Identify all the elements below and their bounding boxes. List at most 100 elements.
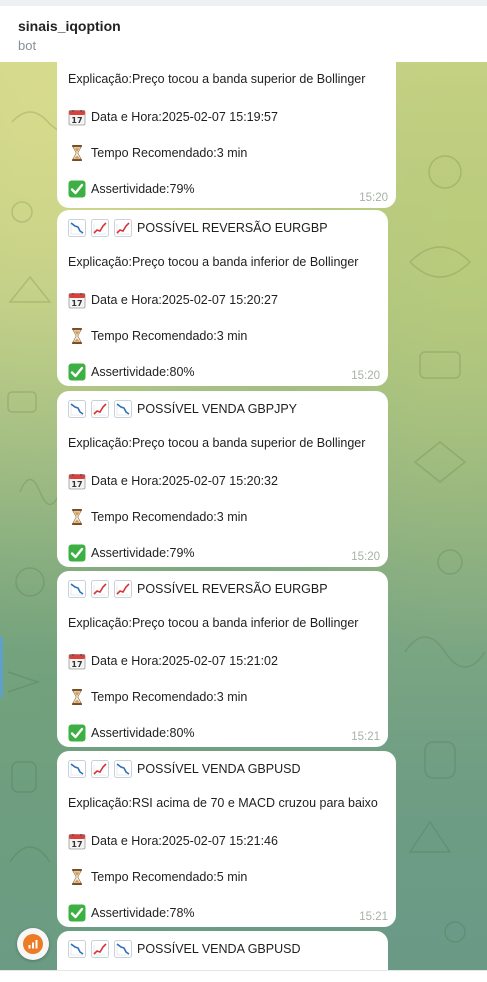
assertividade-value: 79% (169, 182, 195, 196)
tempo-value: 3 min (216, 329, 248, 343)
explanation-label: Explicação: (68, 616, 132, 630)
message-tempo: Tempo Recomendado: 3 min (68, 688, 247, 706)
explanation-label: Explicação: (68, 72, 132, 86)
message-datetime: Data e Hora: 2025-02-07 15:20:32 (68, 472, 278, 490)
assertividade-label: Assertividade: (91, 546, 170, 560)
assertividade-label: Assertividade: (91, 906, 170, 920)
hourglass-icon (68, 327, 86, 345)
message-bubble[interactable]: Explicação: Preço tocou a banda superior… (57, 62, 396, 208)
check-mark-icon (68, 180, 86, 198)
check-mark-icon (68, 544, 86, 562)
datetime-label: Data e Hora: (91, 474, 162, 488)
message-bubble[interactable]: POSSÍVEL VENDA GBPJPY Explicação: Preço … (57, 391, 388, 567)
title-text: POSSÍVEL VENDA GBPUSD (137, 762, 301, 776)
explanation-text: Preço tocou a banda superior de Bollinge… (131, 72, 366, 86)
message-title: POSSÍVEL VENDA GBPUSD (68, 940, 300, 958)
message-title: POSSÍVEL REVERSÃO EURGBP (68, 580, 328, 598)
chart-down-icon (68, 580, 86, 598)
scrollbar-indicator[interactable] (0, 637, 3, 697)
calendar-icon (68, 108, 86, 126)
chat-header[interactable]: sinais_iqoption bot (0, 0, 487, 62)
message-datetime: Data e Hora: 2025-02-07 15:21:46 (68, 832, 278, 850)
message-tempo: Tempo Recomendado: 3 min (68, 327, 247, 345)
chart-down-icon (114, 940, 132, 958)
title-text: POSSÍVEL REVERSÃO EURGBP (137, 582, 328, 596)
chart-up-icon (91, 940, 109, 958)
datetime-value: 2025-02-07 15:20:32 (161, 474, 278, 488)
explanation-text: Preço tocou a banda inferior de Bollinge… (131, 616, 359, 630)
datetime-label: Data e Hora: (91, 654, 162, 668)
message-bubble[interactable]: POSSÍVEL VENDA GBPUSD (57, 931, 388, 970)
assertividade-value: 80% (169, 726, 195, 740)
title-text: POSSÍVEL REVERSÃO EURGBP (137, 221, 328, 235)
calendar-icon (68, 652, 86, 670)
message-datetime: Data e Hora: 2025-02-07 15:20:27 (68, 291, 278, 309)
chart-up-icon (91, 219, 109, 237)
chat-background[interactable]: Explicação: Preço tocou a banda superior… (0, 62, 487, 970)
tempo-value: 3 min (216, 690, 248, 704)
chart-down-icon (68, 760, 86, 778)
explanation-label: Explicação: (68, 796, 132, 810)
message-title: POSSÍVEL VENDA GBPUSD (68, 760, 300, 778)
message-assertividade: Assertividade: 80% (68, 363, 195, 381)
message-bubble[interactable]: POSSÍVEL VENDA GBPUSD Explicação: RSI ac… (57, 751, 396, 927)
assertividade-value: 79% (169, 546, 195, 560)
tempo-value: 3 min (216, 510, 248, 524)
explanation-text: RSI acima de 70 e MACD cruzou para baixo (131, 796, 378, 810)
explanation-label: Explicação: (68, 436, 132, 450)
chart-down-icon (114, 760, 132, 778)
message-title: POSSÍVEL VENDA GBPJPY (68, 400, 297, 418)
title-text: POSSÍVEL VENDA GBPJPY (137, 402, 298, 416)
chart-down-icon (114, 400, 132, 418)
message-explanation: Explicação: Preço tocou a banda inferior… (68, 616, 358, 630)
message-assertividade: Assertividade: 79% (68, 180, 195, 198)
calendar-icon (68, 832, 86, 850)
chat-title[interactable]: sinais_iqoption (18, 18, 121, 34)
datetime-value: 2025-02-07 15:20:27 (161, 293, 278, 307)
tempo-label: Tempo Recomendado: (91, 690, 217, 704)
calendar-icon (68, 472, 86, 490)
message-timestamp: 15:20 (351, 551, 380, 563)
message-explanation: Explicação: Preço tocou a banda inferior… (68, 255, 358, 269)
message-timestamp: 15:20 (359, 192, 388, 204)
message-assertividade: Assertividade: 78% (68, 904, 195, 922)
explanation-label: Explicação: (68, 255, 132, 269)
assertividade-value: 78% (169, 906, 195, 920)
chart-up-icon (114, 219, 132, 237)
explanation-text: Preço tocou a banda superior de Bollinge… (131, 436, 366, 450)
assertividade-label: Assertividade: (91, 365, 170, 379)
message-bubble[interactable]: POSSÍVEL REVERSÃO EURGBP Explicação: Pre… (57, 210, 388, 386)
message-explanation: Explicação: Preço tocou a banda superior… (68, 72, 365, 86)
check-mark-icon (68, 363, 86, 381)
chart-bars-icon (23, 934, 43, 954)
datetime-value: 2025-02-07 15:21:02 (161, 654, 278, 668)
hourglass-icon (68, 688, 86, 706)
message-bubble[interactable]: POSSÍVEL REVERSÃO EURGBP Explicação: Pre… (57, 571, 388, 747)
message-assertividade: Assertividade: 80% (68, 724, 195, 742)
check-mark-icon (68, 724, 86, 742)
tempo-label: Tempo Recomendado: (91, 510, 217, 524)
tempo-label: Tempo Recomendado: (91, 329, 217, 343)
chart-down-icon (68, 219, 86, 237)
tempo-value: 5 min (216, 870, 248, 884)
chart-up-icon (91, 580, 109, 598)
tempo-label: Tempo Recomendado: (91, 870, 217, 884)
datetime-label: Data e Hora: (91, 834, 162, 848)
message-timestamp: 15:21 (351, 731, 380, 743)
chart-up-icon (91, 760, 109, 778)
chart-up-icon (91, 400, 109, 418)
message-datetime: Data e Hora: 2025-02-07 15:21:02 (68, 652, 278, 670)
tempo-label: Tempo Recomendado: (91, 146, 217, 160)
footer-bar (0, 970, 487, 982)
chart-down-icon (68, 400, 86, 418)
assertividade-label: Assertividade: (91, 726, 170, 740)
datetime-value: 2025-02-07 15:21:46 (161, 834, 278, 848)
message-assertividade: Assertividade: 79% (68, 544, 195, 562)
hourglass-icon (68, 868, 86, 886)
fab-button[interactable] (17, 928, 49, 960)
datetime-label: Data e Hora: (91, 293, 162, 307)
message-tempo: Tempo Recomendado: 5 min (68, 868, 247, 886)
hourglass-icon (68, 144, 86, 162)
assertividade-value: 80% (169, 365, 195, 379)
tempo-value: 3 min (216, 146, 248, 160)
